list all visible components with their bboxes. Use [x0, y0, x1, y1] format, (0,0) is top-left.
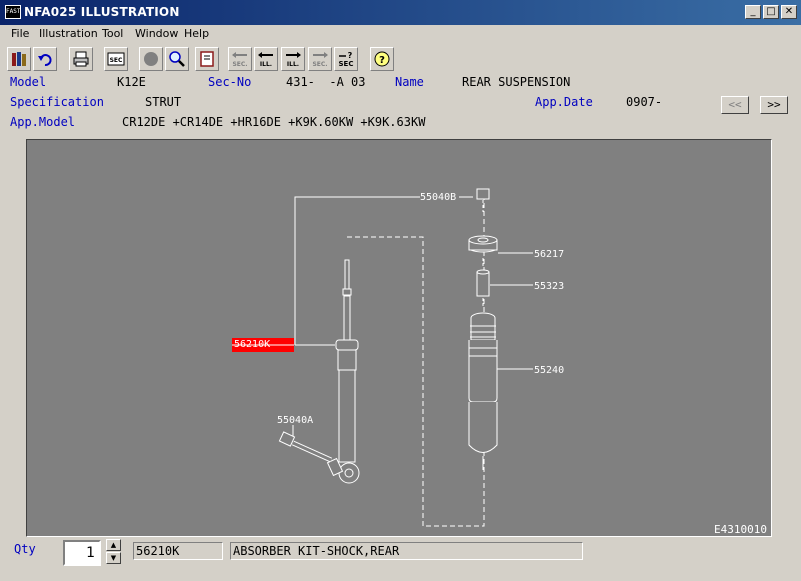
svg-text:?: ?	[379, 55, 385, 66]
minimize-button[interactable]: _	[745, 5, 761, 19]
menu-window[interactable]: Window	[135, 27, 178, 40]
window-title: NFA025 ILLUSTRATION	[24, 5, 180, 19]
toolbar: SEC SEC. ILL. ILL. SEC. ? SEC ?	[0, 44, 801, 74]
svg-text:?: ?	[348, 51, 353, 60]
appdate-label: App.Date	[535, 95, 593, 109]
description-field[interactable]: ABSORBER KIT-SHOCK,REAR	[230, 542, 583, 560]
prev-ill-icon: ILL.	[258, 52, 273, 68]
menu-illustration[interactable]: Illustration	[39, 27, 98, 40]
book-icon	[200, 51, 214, 67]
sleeve-55323	[476, 269, 490, 308]
label-55323[interactable]: 55323	[534, 281, 564, 292]
menu-bar: File Illustration Tool Window Help	[0, 25, 801, 43]
svg-text:ILL.: ILL.	[260, 61, 272, 68]
svg-text:SEC.: SEC.	[312, 61, 327, 68]
secno-label: Sec-No	[208, 75, 252, 89]
qty-label: Qty	[14, 542, 36, 556]
undo-icon	[38, 54, 52, 66]
next-ill-icon: ILL.	[286, 52, 301, 68]
help-button[interactable]: ?	[370, 47, 394, 71]
book-button[interactable]	[195, 47, 219, 71]
sec-search-button[interactable]: ? SEC	[334, 47, 358, 71]
label-56217[interactable]: 56217	[534, 249, 564, 260]
shock-absorber-56210k	[326, 259, 360, 484]
menu-help[interactable]: Help	[184, 27, 209, 40]
boot-55240	[468, 312, 498, 470]
print-icon	[73, 51, 89, 67]
label-55040b[interactable]: 55040B	[420, 192, 456, 203]
model-value: K12E	[117, 75, 146, 89]
qty-input[interactable]: 1	[63, 540, 101, 566]
bolt-55040a	[278, 431, 333, 463]
title-bar[interactable]: FAST NFA025 ILLUSTRATION _ □ ✕	[0, 0, 801, 25]
svg-text:SEC.: SEC.	[232, 61, 247, 68]
name-label: Name	[395, 75, 424, 89]
close-button[interactable]: ✕	[781, 5, 797, 19]
qty-up-button[interactable]: ▲	[106, 539, 121, 551]
undo-button[interactable]	[33, 47, 57, 71]
secno-value: 431- -A 03	[286, 75, 366, 89]
illustration-drawing: 55040B 56217 55323 56210K 55240 55040A	[232, 188, 564, 527]
mount-56217	[468, 235, 498, 268]
svg-text:SEC: SEC	[339, 60, 354, 68]
spec-label: Specification	[10, 95, 104, 109]
print-button[interactable]	[69, 47, 93, 71]
books-button[interactable]	[7, 47, 31, 71]
books-icon	[12, 52, 26, 66]
next-ill-button[interactable]: ILL.	[281, 47, 305, 71]
name-value: REAR SUSPENSION	[462, 75, 571, 89]
next-sec-icon: SEC.	[312, 52, 328, 68]
figure-id: E4310010	[714, 523, 767, 536]
part-number-field[interactable]: 56210K	[133, 542, 223, 560]
maximize-button[interactable]: □	[763, 5, 779, 19]
main-window: FAST NFA025 ILLUSTRATION _ □ ✕ File Illu…	[0, 0, 801, 581]
app-icon: FAST	[5, 5, 21, 19]
model-label: Model	[10, 75, 47, 89]
label-55240[interactable]: 55240	[534, 365, 564, 376]
prev-ill-button[interactable]: ILL.	[254, 47, 278, 71]
circle-button[interactable]	[139, 47, 163, 71]
circle-icon	[144, 52, 158, 66]
bottom-bar: Qty 1 ▲ ▼ 56210K ABSORBER KIT-SHOCK,REAR	[0, 537, 801, 581]
prev-sec-button[interactable]: SEC.	[228, 47, 252, 71]
sec-button[interactable]: SEC	[104, 47, 128, 71]
appdate-value: 0907-	[626, 95, 663, 109]
next-sec-button[interactable]: SEC.	[308, 47, 332, 71]
qty-down-button[interactable]: ▼	[106, 552, 121, 564]
appmodel-label: App.Model	[10, 115, 76, 129]
menu-file[interactable]: File	[11, 27, 29, 40]
help-icon: ?	[374, 51, 390, 67]
svg-text:ILL.: ILL.	[287, 61, 299, 68]
prev-sec-icon: SEC.	[232, 52, 248, 68]
appmodel-value: CR12DE +CR14DE +HR16DE +K9K.60KW +K9K.63…	[122, 115, 426, 129]
sec-search-icon: ?SEC	[339, 51, 354, 68]
illustration-canvas[interactable]: 55040B 56217 55323 56210K 55240 55040A E…	[26, 139, 772, 537]
label-55040a[interactable]: 55040A	[277, 415, 313, 426]
zoom-icon	[169, 51, 185, 67]
sec-icon: SEC	[107, 52, 125, 66]
zoom-button[interactable]	[165, 47, 189, 71]
prev-button[interactable]: <<	[721, 96, 749, 114]
nut-55040b	[476, 188, 490, 212]
next-button[interactable]: >>	[760, 96, 788, 114]
label-56210k[interactable]: 56210K	[234, 339, 270, 350]
svg-text:SEC: SEC	[110, 57, 123, 64]
spec-value: STRUT	[145, 95, 182, 109]
menu-tool[interactable]: Tool	[102, 27, 123, 40]
